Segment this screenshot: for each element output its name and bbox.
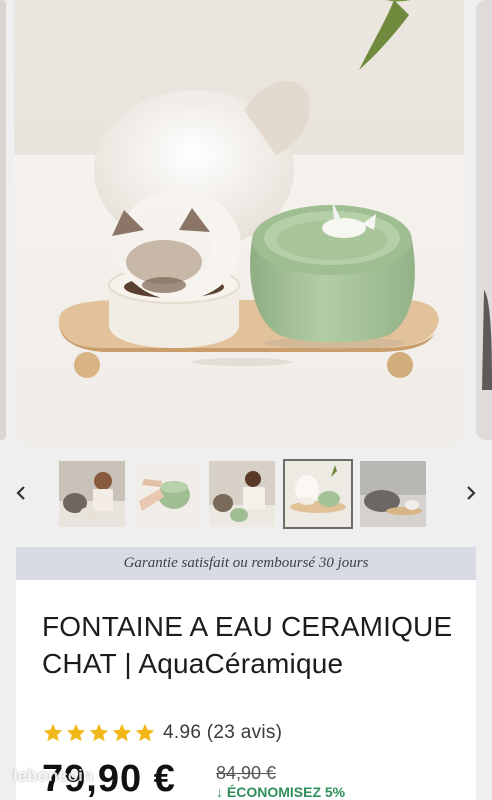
star-icon [89,723,109,742]
thumb-cat-bowl-set[interactable] [360,461,426,527]
thumb-hands-fountain[interactable] [134,461,200,527]
product-hero [0,0,492,450]
leboncoin-watermark: leboncoin [13,766,94,785]
guarantee-banner: Garantie satisfait ou remboursé 30 jours [16,547,476,580]
thumbnail-gallery [0,455,492,535]
product-title: FONTAINE A EAU CERAMIQUE CHAT | AquaCéra… [42,611,453,679]
savings-badge: ↓ ÉCONOMISEZ 5% [216,784,346,800]
rating-summary: 4.96 (23 avis) [163,722,283,743]
thumb-cat-eating-set[interactable] [283,459,353,529]
star-icon [112,723,132,742]
star-icon [43,723,63,742]
star-icon [135,723,155,742]
original-price: 84,90 € [216,763,277,783]
chevron-right-icon[interactable] [459,481,483,505]
previous-slide-peek[interactable] [0,0,6,440]
product-rating[interactable]: 4.96 (23 avis) [42,722,282,744]
thumb-cat-woman-fountain[interactable] [59,461,125,527]
chevron-left-icon[interactable] [9,481,33,505]
star-icon [66,723,86,742]
next-slide-peek[interactable] [476,0,492,440]
product-photo[interactable] [14,0,464,445]
thumb-woman-cat-green-fountain[interactable] [209,461,275,527]
rating-stars [42,722,157,744]
